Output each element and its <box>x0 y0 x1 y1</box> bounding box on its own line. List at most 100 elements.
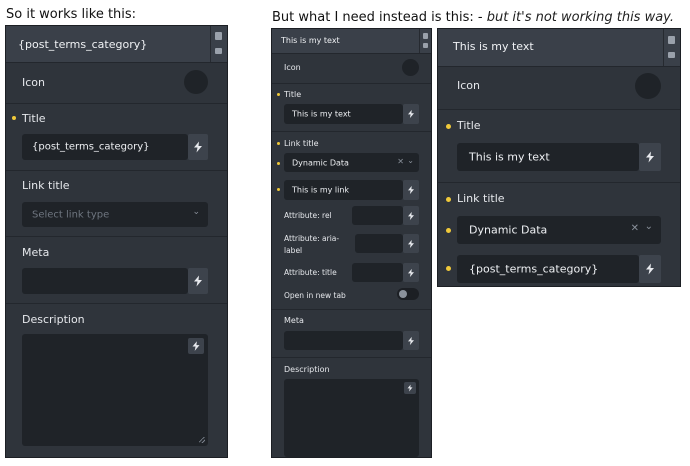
divider <box>6 303 227 304</box>
lightning-bolt-icon <box>408 109 414 119</box>
header-actions <box>663 29 680 66</box>
link-type-select[interactable]: Dynamic Data ✕ ⌄ <box>284 153 419 172</box>
panel-header[interactable]: {post_terms_category} <box>6 26 227 63</box>
attr-aria-label-line2: label <box>284 246 303 255</box>
lightning-bolt-icon <box>646 263 654 275</box>
resize-handle[interactable] <box>199 437 205 443</box>
icon-picker[interactable] <box>184 70 208 94</box>
trash-icon[interactable] <box>423 43 428 48</box>
lightning-bolt-icon <box>194 141 202 153</box>
title-input-value: This is my text <box>469 150 550 164</box>
lightning-bolt-icon <box>408 239 414 248</box>
title-dynamic-data-button[interactable] <box>639 143 661 171</box>
title-input[interactable]: {post_terms_category} <box>22 134 188 160</box>
clear-x-icon[interactable]: ✕ <box>631 223 639 234</box>
description-dynamic-data-button[interactable] <box>404 382 416 394</box>
link-type-select[interactable]: Dynamic Data ✕ ⌄ <box>457 216 661 244</box>
attr-aria-label-line1: Attribute: aria- <box>284 234 340 243</box>
new-tab-toggle[interactable] <box>397 288 419 300</box>
panel-header[interactable]: This is my text <box>272 29 431 54</box>
lightning-bolt-icon <box>407 384 413 392</box>
attr-title-input[interactable] <box>352 263 403 282</box>
lightning-bolt-icon <box>408 185 414 195</box>
meta-dynamic-data-button[interactable] <box>188 268 208 294</box>
title-dynamic-data-button[interactable] <box>188 134 208 160</box>
attr-title-dynamic-data-button[interactable] <box>403 263 419 282</box>
meta-label: Meta <box>22 246 50 259</box>
attr-aria-label-input[interactable] <box>355 234 403 253</box>
meta-input[interactable] <box>284 331 403 350</box>
new-tab-label: Open in new tab <box>284 291 346 300</box>
changed-indicator-dot <box>277 188 280 191</box>
attr-aria-label: Attribute: aria- label <box>284 234 339 255</box>
copy-icon[interactable] <box>215 32 222 40</box>
title-label: Title <box>284 90 302 99</box>
divider <box>438 109 680 110</box>
changed-indicator-dot <box>446 266 451 271</box>
icon-label: Icon <box>457 79 480 92</box>
attr-title-label: Attribute: title <box>284 268 337 277</box>
title-dynamic-data-button[interactable] <box>403 104 419 124</box>
title-input-value: {post_terms_category} <box>32 141 150 153</box>
link-input-value: {post_terms_category} <box>469 262 599 276</box>
changed-indicator-dot <box>12 116 16 120</box>
clear-x-icon[interactable]: ✕ <box>397 157 404 166</box>
attr-rel-label: Attribute: rel <box>284 211 332 220</box>
icon-picker[interactable] <box>635 73 661 99</box>
copy-icon[interactable] <box>423 33 428 39</box>
chevron-down-icon: ⌄ <box>407 156 414 165</box>
chevron-down-icon: ⌄ <box>192 207 200 217</box>
header-actions <box>419 29 431 53</box>
link-dynamic-data-button[interactable] <box>639 255 661 283</box>
title-label: Title <box>22 112 46 125</box>
divider <box>272 131 431 132</box>
caption-right: But what I need instead is this: - but i… <box>272 10 674 25</box>
panel-needed-zoomed: This is my text Icon Title This is my te… <box>437 28 681 287</box>
link-input-value: This is my link <box>292 185 350 195</box>
link-title-label: Link title <box>457 192 505 205</box>
link-type-placeholder: Select link type <box>32 209 110 220</box>
link-input[interactable]: This is my link <box>284 180 403 200</box>
description-textarea[interactable] <box>284 379 419 457</box>
caption-right-plain: But what I need instead is this: - <box>272 10 483 25</box>
trash-icon[interactable] <box>215 48 222 54</box>
link-input[interactable]: {post_terms_category} <box>457 255 639 283</box>
link-type-select[interactable]: Select link type ⌄ <box>22 202 208 227</box>
link-type-value: Dynamic Data <box>469 223 548 237</box>
link-title-label: Link title <box>22 179 70 192</box>
title-label: Title <box>457 119 481 132</box>
attr-rel-dynamic-data-button[interactable] <box>403 206 419 225</box>
panel-works: {post_terms_category} Icon Title {post_t… <box>5 25 228 458</box>
attr-rel-input[interactable] <box>352 206 403 225</box>
lightning-bolt-icon <box>194 275 202 287</box>
title-input[interactable]: This is my text <box>457 143 639 171</box>
changed-indicator-dot <box>446 228 451 233</box>
link-type-value: Dynamic Data <box>292 158 349 167</box>
copy-icon[interactable] <box>668 36 675 44</box>
lightning-bolt-icon <box>192 341 200 351</box>
link-dynamic-data-button[interactable] <box>403 180 419 200</box>
divider <box>6 103 227 104</box>
header-actions <box>210 26 227 62</box>
lightning-bolt-icon <box>408 336 414 345</box>
panel-header[interactable]: This is my text <box>438 29 680 67</box>
title-input[interactable]: This is my text <box>284 104 403 124</box>
changed-indicator-dot <box>277 142 280 145</box>
divider <box>438 182 680 183</box>
title-input-value: This is my text <box>292 109 351 119</box>
description-dynamic-data-button[interactable] <box>188 338 204 354</box>
caption-left: So it works like this: <box>6 7 137 22</box>
description-textarea[interactable] <box>22 334 208 446</box>
attr-aria-dynamic-data-button[interactable] <box>403 234 419 253</box>
panel-needed-expanded: This is my text Icon Title This is my te… <box>271 28 432 458</box>
meta-input[interactable] <box>22 268 188 294</box>
description-label: Description <box>22 313 85 326</box>
chevron-down-icon: ⌄ <box>644 221 653 232</box>
changed-indicator-dot <box>277 93 280 96</box>
header-text: {post_terms_category} <box>18 38 148 51</box>
header-text: This is my text <box>281 36 340 45</box>
meta-dynamic-data-button[interactable] <box>403 331 419 350</box>
trash-icon[interactable] <box>668 52 675 58</box>
icon-picker[interactable] <box>402 59 419 76</box>
meta-label: Meta <box>284 316 304 325</box>
